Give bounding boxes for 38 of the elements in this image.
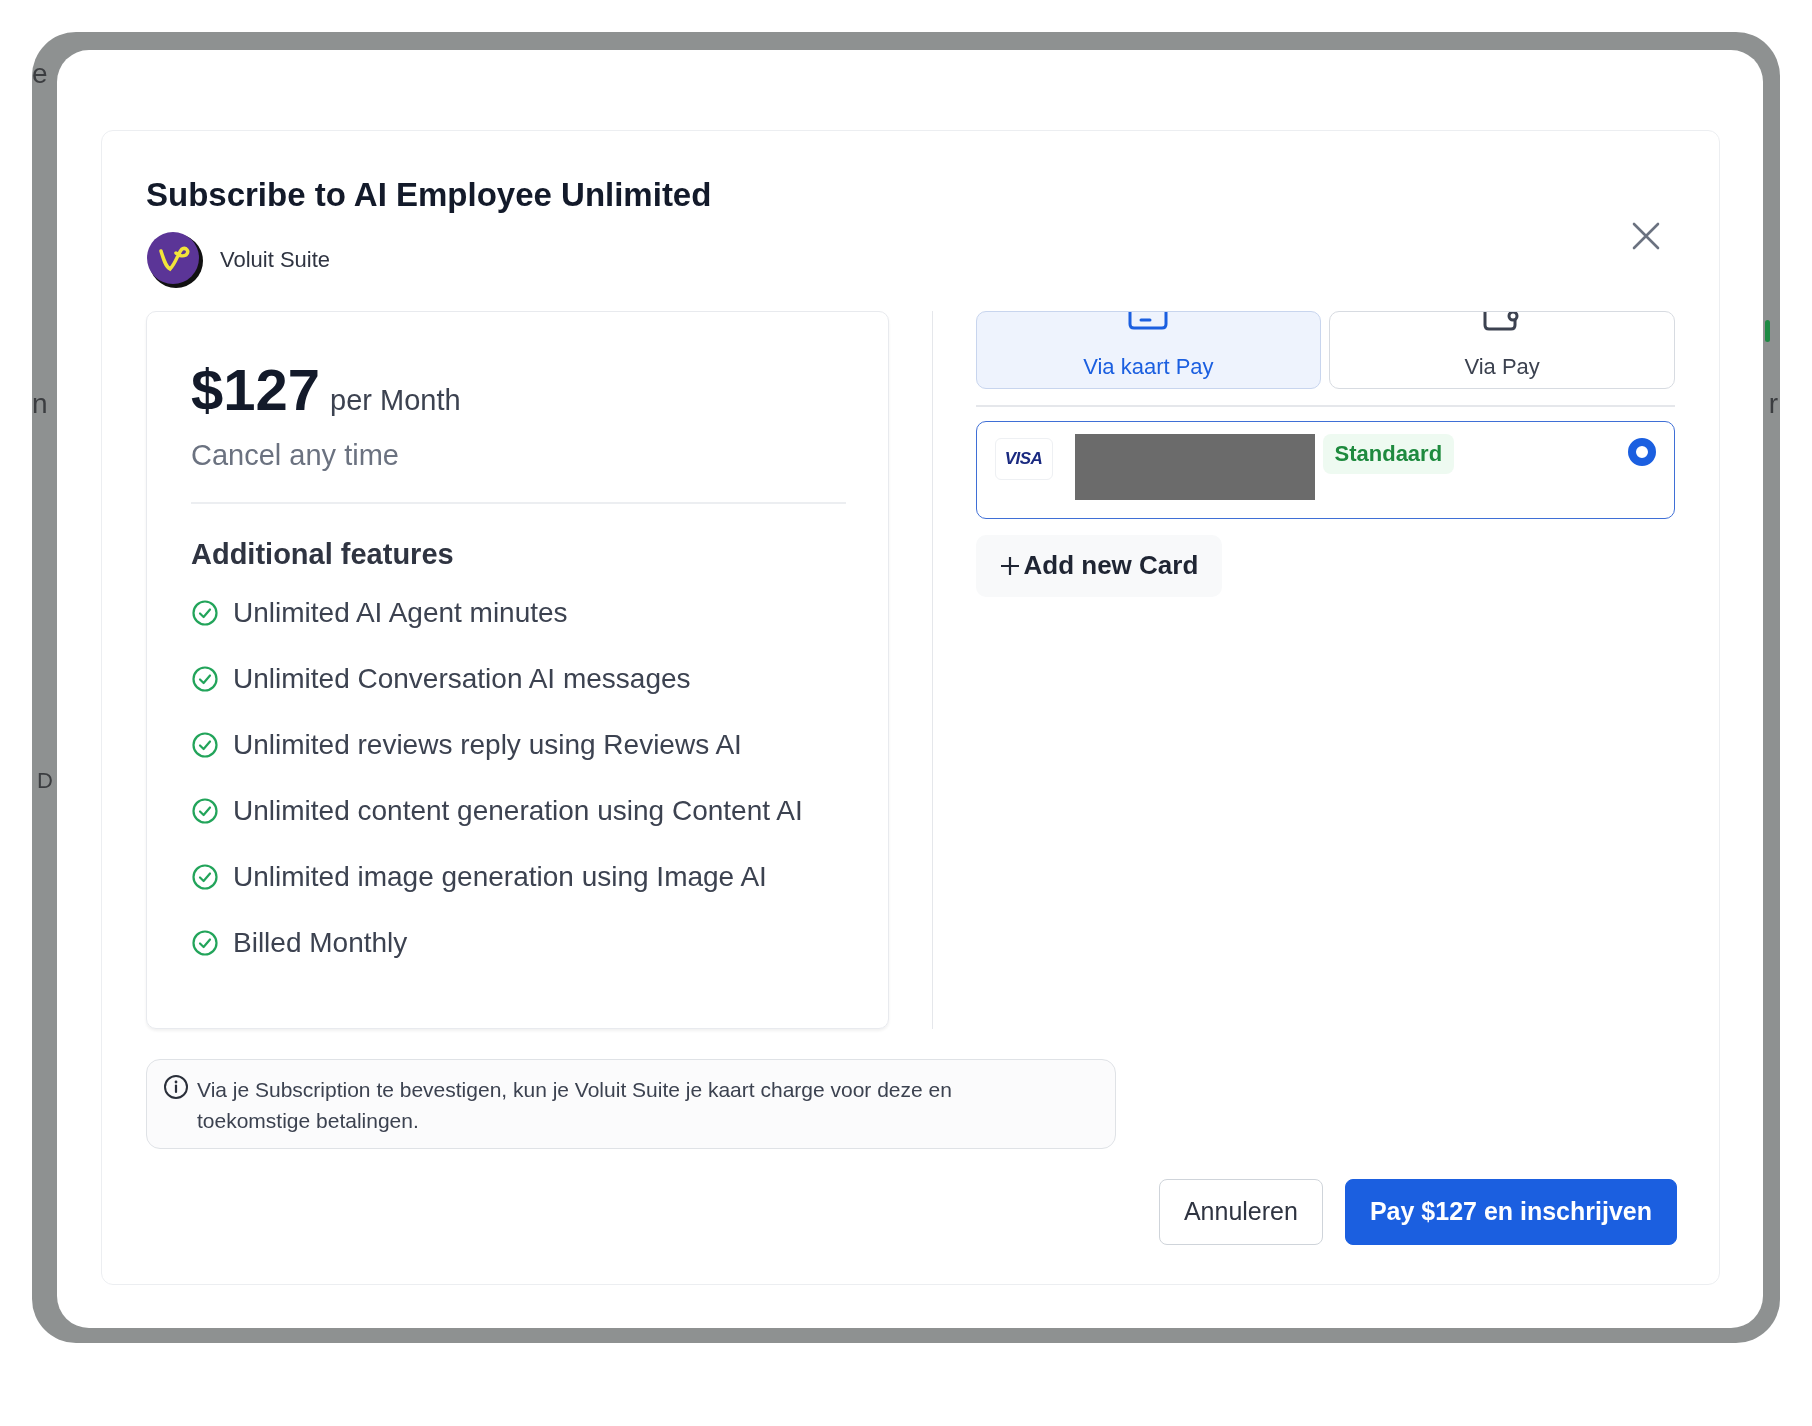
feature-text: Unlimited content generation using Content AI [233,794,803,827]
dialog-title: Subscribe to AI Employee Unlimited [146,175,712,215]
features-heading: Additional features [191,537,455,571]
backdrop-text: n [32,390,48,418]
feature-text: Billed Monthly [233,926,408,959]
backdrop-text: e [32,60,48,88]
saved-card-option[interactable]: VISA Standaard [975,420,1675,519]
price-amount: $127 [191,355,321,423]
cancel-button[interactable]: Annuleren [1158,1178,1323,1245]
feature-text: Unlimited reviews reply using Reviews AI [233,728,742,761]
backdrop-text: r [1768,390,1778,418]
brand-name: Voluit Suite [220,246,331,273]
brand-logo-icon [146,230,204,289]
backdrop-text: D [37,770,53,792]
default-badge: Standaard [1322,433,1455,474]
add-card-button[interactable]: Add new Card [975,534,1223,597]
feature-text: Unlimited Conversation AI messages [233,662,691,695]
check-circle-icon [191,928,219,957]
radio-button[interactable] [1628,437,1656,466]
check-circle-icon [191,730,219,759]
plus-icon [999,555,1020,576]
check-circle-icon [191,598,219,627]
check-circle-icon [191,796,219,825]
plan-note: Cancel any time [191,438,400,472]
status-mark [1765,320,1770,342]
check-circle-icon [191,862,219,891]
pay-button[interactable]: Pay $127 en inschrijven [1344,1178,1677,1245]
info-icon [163,1073,189,1100]
notice-text: Via je Subscription te bevestigen, kun je Voluit Suite je kaart charge voor deze en toekomstige betalingen. [197,1076,953,1134]
feature-text: Unlimited image generation using Image AI [233,860,767,893]
close-icon[interactable] [1631,221,1661,251]
card-icon [1128,311,1169,330]
payment-tab[interactable]: Via Pay [1329,310,1675,389]
check-circle-icon [191,664,219,693]
card-brand-logo: VISA [994,437,1053,480]
feature-text: Unlimited AI Agent minutes [233,596,568,629]
price-period: per Month [330,383,461,417]
payment-tab[interactable]: Via kaart Pay [975,310,1322,389]
